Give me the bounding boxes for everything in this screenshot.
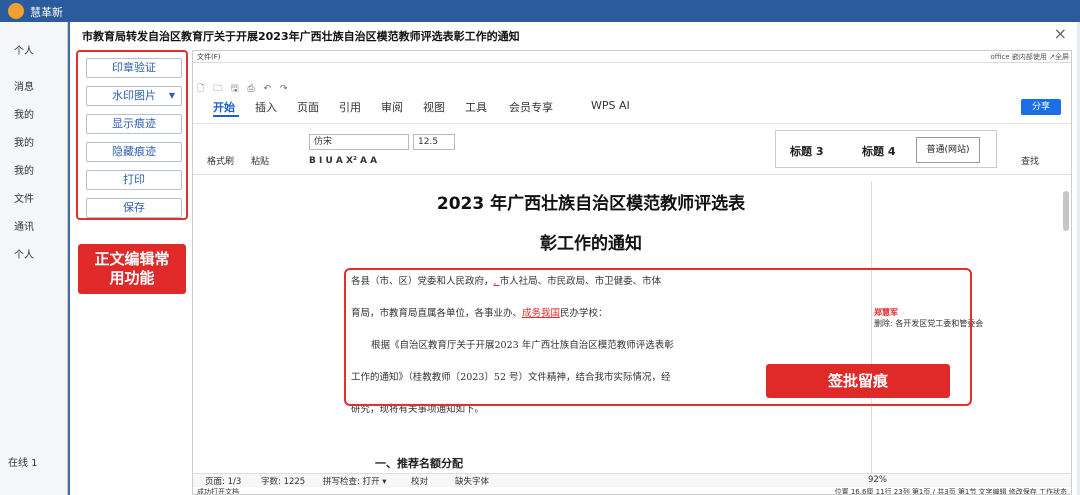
background-topbar: 慧革新: [0, 0, 1080, 22]
paste-button[interactable]: 粘贴: [251, 154, 269, 167]
hide-traces-button[interactable]: 隐藏痕迹: [86, 142, 182, 162]
missing-fonts[interactable]: 缺失字体: [455, 475, 489, 487]
doc-title-line1: 2023 年广西壮族自治区模范教师评选表: [436, 194, 746, 214]
find-button[interactable]: 查找: [1021, 154, 1039, 167]
left-function-panel: 印章验证 水印图片 ▼ 显示痕迹 隐藏痕迹 打印 保存: [76, 50, 188, 220]
status-bar: 页面: 1/3 字数: 1225 拼写检查: 打开 ▾ 校对 缺失字体 92%: [193, 473, 1071, 487]
chevron-down-icon: ▼: [168, 91, 175, 100]
quick-access-toolbar[interactable]: 🗋 🗀 🖫 ⎙ ↶ ↷: [197, 81, 291, 97]
sidebar-item[interactable]: 文件: [14, 190, 34, 205]
zoom-level[interactable]: 92%: [868, 475, 887, 485]
close-icon[interactable]: ×: [1054, 24, 1067, 43]
sidebar-item[interactable]: 我的: [14, 106, 34, 121]
annotation-left-tag: 正文编辑常用功能: [78, 244, 186, 294]
font-select[interactable]: 仿宋: [309, 134, 409, 150]
text-format-buttons[interactable]: B I U A X² A A: [309, 156, 377, 166]
show-traces-button[interactable]: 显示痕迹: [86, 114, 182, 134]
tab-review[interactable]: 审阅: [381, 99, 403, 115]
tab-tools[interactable]: 工具: [465, 99, 487, 115]
file-menu[interactable]: 文件(F): [197, 52, 221, 62]
page-indicator: 页面: 1/3: [205, 477, 242, 487]
menu-bar: 文件(F) office 嵌内部使用 ↗全屏: [193, 51, 1071, 63]
online-status: 在线 1: [8, 458, 38, 469]
ribbon-tabs: 开始 插入 页面 引用 审阅 视图 工具 会员专享 WPS AI: [193, 97, 1071, 117]
doc-heading: 一、推荐名额分配: [375, 457, 463, 470]
tab-insert[interactable]: 插入: [255, 99, 277, 115]
tab-home[interactable]: 开始: [213, 99, 235, 115]
annotation-right-tag: 签批留痕: [766, 364, 950, 398]
tab-reference[interactable]: 引用: [339, 99, 361, 115]
open-status: 成功打开文档: [197, 488, 239, 495]
seal-verify-button[interactable]: 印章验证: [86, 58, 182, 78]
style-normal[interactable]: 普通(网站): [916, 137, 980, 163]
save-button[interactable]: 保存: [86, 198, 182, 218]
doc-title-line2: 彰工作的通知: [540, 234, 642, 254]
font-size-select[interactable]: 12.5: [413, 134, 455, 150]
active-tab-indicator: [213, 115, 239, 117]
style-heading4[interactable]: 标题 4: [862, 143, 895, 159]
format-painter-button[interactable]: 格式刷: [207, 154, 234, 167]
print-button[interactable]: 打印: [86, 170, 182, 190]
menu-right[interactable]: office 嵌内部使用 ↗全屏: [990, 52, 1069, 62]
cursor-position: 位置 16.6厘 11行 23列 第1页 / 共3页 第1节 文字编辑 修改保存…: [834, 488, 1067, 495]
document-modal: 市教育局转发自治区教育厅关于开展2023年广西壮族自治区模范教师评选表彰工作的通…: [70, 22, 1077, 495]
watermark-select[interactable]: 水印图片 ▼: [86, 86, 182, 106]
sidebar-item[interactable]: 通讯: [14, 218, 34, 233]
modal-title: 市教育局转发自治区教育厅关于开展2023年广西壮族自治区模范教师评选表彰工作的通…: [82, 30, 520, 43]
tab-wps-ai[interactable]: WPS AI: [591, 99, 630, 112]
sidebar-item[interactable]: 个人: [14, 246, 34, 261]
app-name: 慧革新: [30, 6, 63, 19]
background-sidebar: 个人 消息 我的 我的 我的 文件 通讯 个人 在线 1: [0, 22, 68, 495]
sidebar-item[interactable]: 我的: [14, 134, 34, 149]
spell-check[interactable]: 拼写检查: 打开 ▾: [323, 475, 387, 487]
style-gallery: 标题 3 标题 4 普通(网站): [775, 130, 997, 168]
tab-page[interactable]: 页面: [297, 99, 319, 115]
sidebar-item[interactable]: 个人: [14, 42, 34, 57]
tab-view[interactable]: 视图: [423, 99, 445, 115]
style-heading3[interactable]: 标题 3: [790, 143, 823, 159]
bottom-bar: 成功打开文档 位置 16.6厘 11行 23列 第1页 / 共3页 第1节 文字…: [193, 487, 1071, 495]
sidebar-item[interactable]: 消息: [14, 78, 34, 93]
watermark-label: 水印图片: [112, 89, 156, 102]
ribbon: 格式刷 粘贴 仿宋 12.5 B I U A X² A A 标题 3 标题 4 …: [193, 123, 1071, 175]
sidebar-item[interactable]: 我的: [14, 162, 34, 177]
tab-member[interactable]: 会员专享: [509, 99, 553, 115]
proofread[interactable]: 校对: [411, 475, 428, 487]
share-button[interactable]: 分享: [1021, 99, 1061, 115]
vertical-scrollbar[interactable]: [1063, 191, 1069, 231]
word-count[interactable]: 字数: 1225: [261, 475, 305, 487]
app-logo-icon: [8, 3, 24, 19]
